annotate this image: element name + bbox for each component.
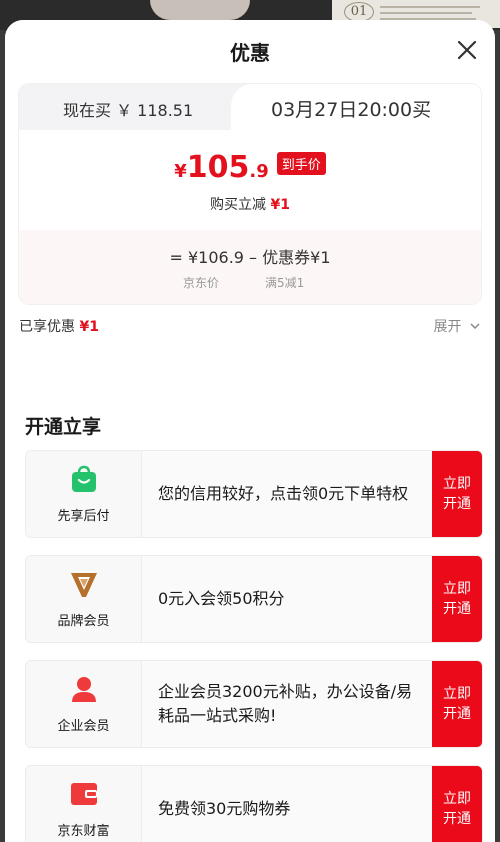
instant-reduction: 购买立减 ¥1 xyxy=(19,194,481,214)
enjoyed-discount-label: 已享优惠 xyxy=(19,319,75,335)
tab-buy-now-label: 现在买 ￥ 118.51 xyxy=(63,101,194,120)
shopping-bag-icon xyxy=(72,465,96,492)
activate-button-label: 立即开通 xyxy=(443,686,471,722)
expand-button[interactable]: 展开 xyxy=(434,316,481,336)
offer-description: 0元入会领50积分 xyxy=(158,589,285,608)
final-price-badge: 到手价 xyxy=(276,152,326,175)
background-step-number: 01 xyxy=(344,2,374,22)
activate-button[interactable]: 立即开通 xyxy=(432,766,482,842)
person-icon xyxy=(72,677,96,702)
coupon-condition-label: 满5减1 xyxy=(265,276,305,290)
reduction-value: ¥1 xyxy=(270,197,290,213)
background-text-line xyxy=(380,6,480,8)
offer-description: 免费领30元购物券 xyxy=(158,799,291,818)
background-text-line xyxy=(380,12,472,14)
offer-brand: 品牌会员 xyxy=(26,556,142,642)
chevron-down-icon xyxy=(470,323,480,330)
expand-label: 展开 xyxy=(433,319,462,335)
price-integer: 105 xyxy=(186,150,250,185)
purchase-time-tabs: 现在买 ￥ 118.51 03月27日20:00买 xyxy=(19,84,481,130)
tab-buy-later[interactable]: 03月27日20:00买 xyxy=(231,84,481,130)
price-formula: = ¥106.9 – 优惠券¥1 京东价 满5减1 xyxy=(19,230,481,304)
offer-card-jd-finance[interactable]: 京东财富 免费领30元购物券 立即开通 xyxy=(25,765,483,842)
wallet-icon xyxy=(71,783,97,805)
jd-price-label: 京东价 xyxy=(183,276,220,290)
discount-sheet: 优惠 现在买 ￥ 118.51 03月27日20:00买 ¥105.9 到手价 购… xyxy=(5,20,495,842)
offer-card-brand-member[interactable]: 品牌会员 0元入会领50积分 立即开通 xyxy=(25,555,483,643)
offer-brand: 京东财富 xyxy=(26,766,142,842)
background-image xyxy=(150,0,250,20)
price-card: 现在买 ￥ 118.51 03月27日20:00买 ¥105.9 到手价 购买立减… xyxy=(19,84,481,304)
offer-name: 企业会员 xyxy=(57,719,110,734)
offer-name: 京东财富 xyxy=(57,824,110,839)
offer-brand: 先享后付 xyxy=(26,451,142,537)
tab-buy-later-label: 03月27日20:00买 xyxy=(271,99,432,121)
price-formula-row: = ¥106.9 – 优惠券¥1 xyxy=(169,248,331,267)
activate-button-label: 立即开通 xyxy=(443,476,471,512)
discount-summary: 已享优惠 ¥1 展开 xyxy=(19,304,481,344)
activate-benefits-section: 开通立享 先享后付 您的信用较好，点击领0元下单特权 立即开通 品牌会员 0元入… xyxy=(5,390,495,842)
activate-button[interactable]: 立即开通 xyxy=(432,661,482,747)
offer-name: 先享后付 xyxy=(57,509,110,524)
price-section: 现在买 ￥ 118.51 03月27日20:00买 ¥105.9 到手价 购买立减… xyxy=(5,84,495,436)
offer-name: 品牌会员 xyxy=(57,614,110,629)
offer-description: 您的信用较好，点击领0元下单特权 xyxy=(158,484,409,503)
price-decimal: .9 xyxy=(249,161,269,182)
price-currency: ¥ xyxy=(174,161,187,182)
activate-button-label: 立即开通 xyxy=(443,581,471,617)
offer-card-pay-later[interactable]: 先享后付 您的信用较好，点击领0元下单特权 立即开通 xyxy=(25,450,483,538)
tab-buy-now[interactable]: 现在买 ￥ 118.51 xyxy=(19,84,249,130)
offer-card-enterprise-member[interactable]: 企业会员 企业会员3200元补贴，办公设备/易耗品一站式采购! 立即开通 xyxy=(25,660,483,748)
activate-button[interactable]: 立即开通 xyxy=(432,451,482,537)
final-price: ¥105.9 到手价 xyxy=(19,150,481,185)
offer-description: 企业会员3200元补贴，办公设备/易耗品一站式采购! xyxy=(158,682,413,725)
enjoyed-discount-value: ¥1 xyxy=(79,319,99,335)
offer-brand: 企业会员 xyxy=(26,661,142,747)
section-title: 开通立享 xyxy=(25,416,102,438)
enjoyed-discount: 已享优惠 ¥1 xyxy=(19,316,99,336)
activate-button[interactable]: 立即开通 xyxy=(432,556,482,642)
brand-v-icon xyxy=(71,573,97,597)
sheet-title: 优惠 xyxy=(230,41,270,65)
close-icon[interactable] xyxy=(453,36,481,64)
activate-button-label: 立即开通 xyxy=(443,791,471,827)
sheet-header: 优惠 xyxy=(5,20,495,84)
reduction-label: 购买立减 xyxy=(210,197,267,213)
